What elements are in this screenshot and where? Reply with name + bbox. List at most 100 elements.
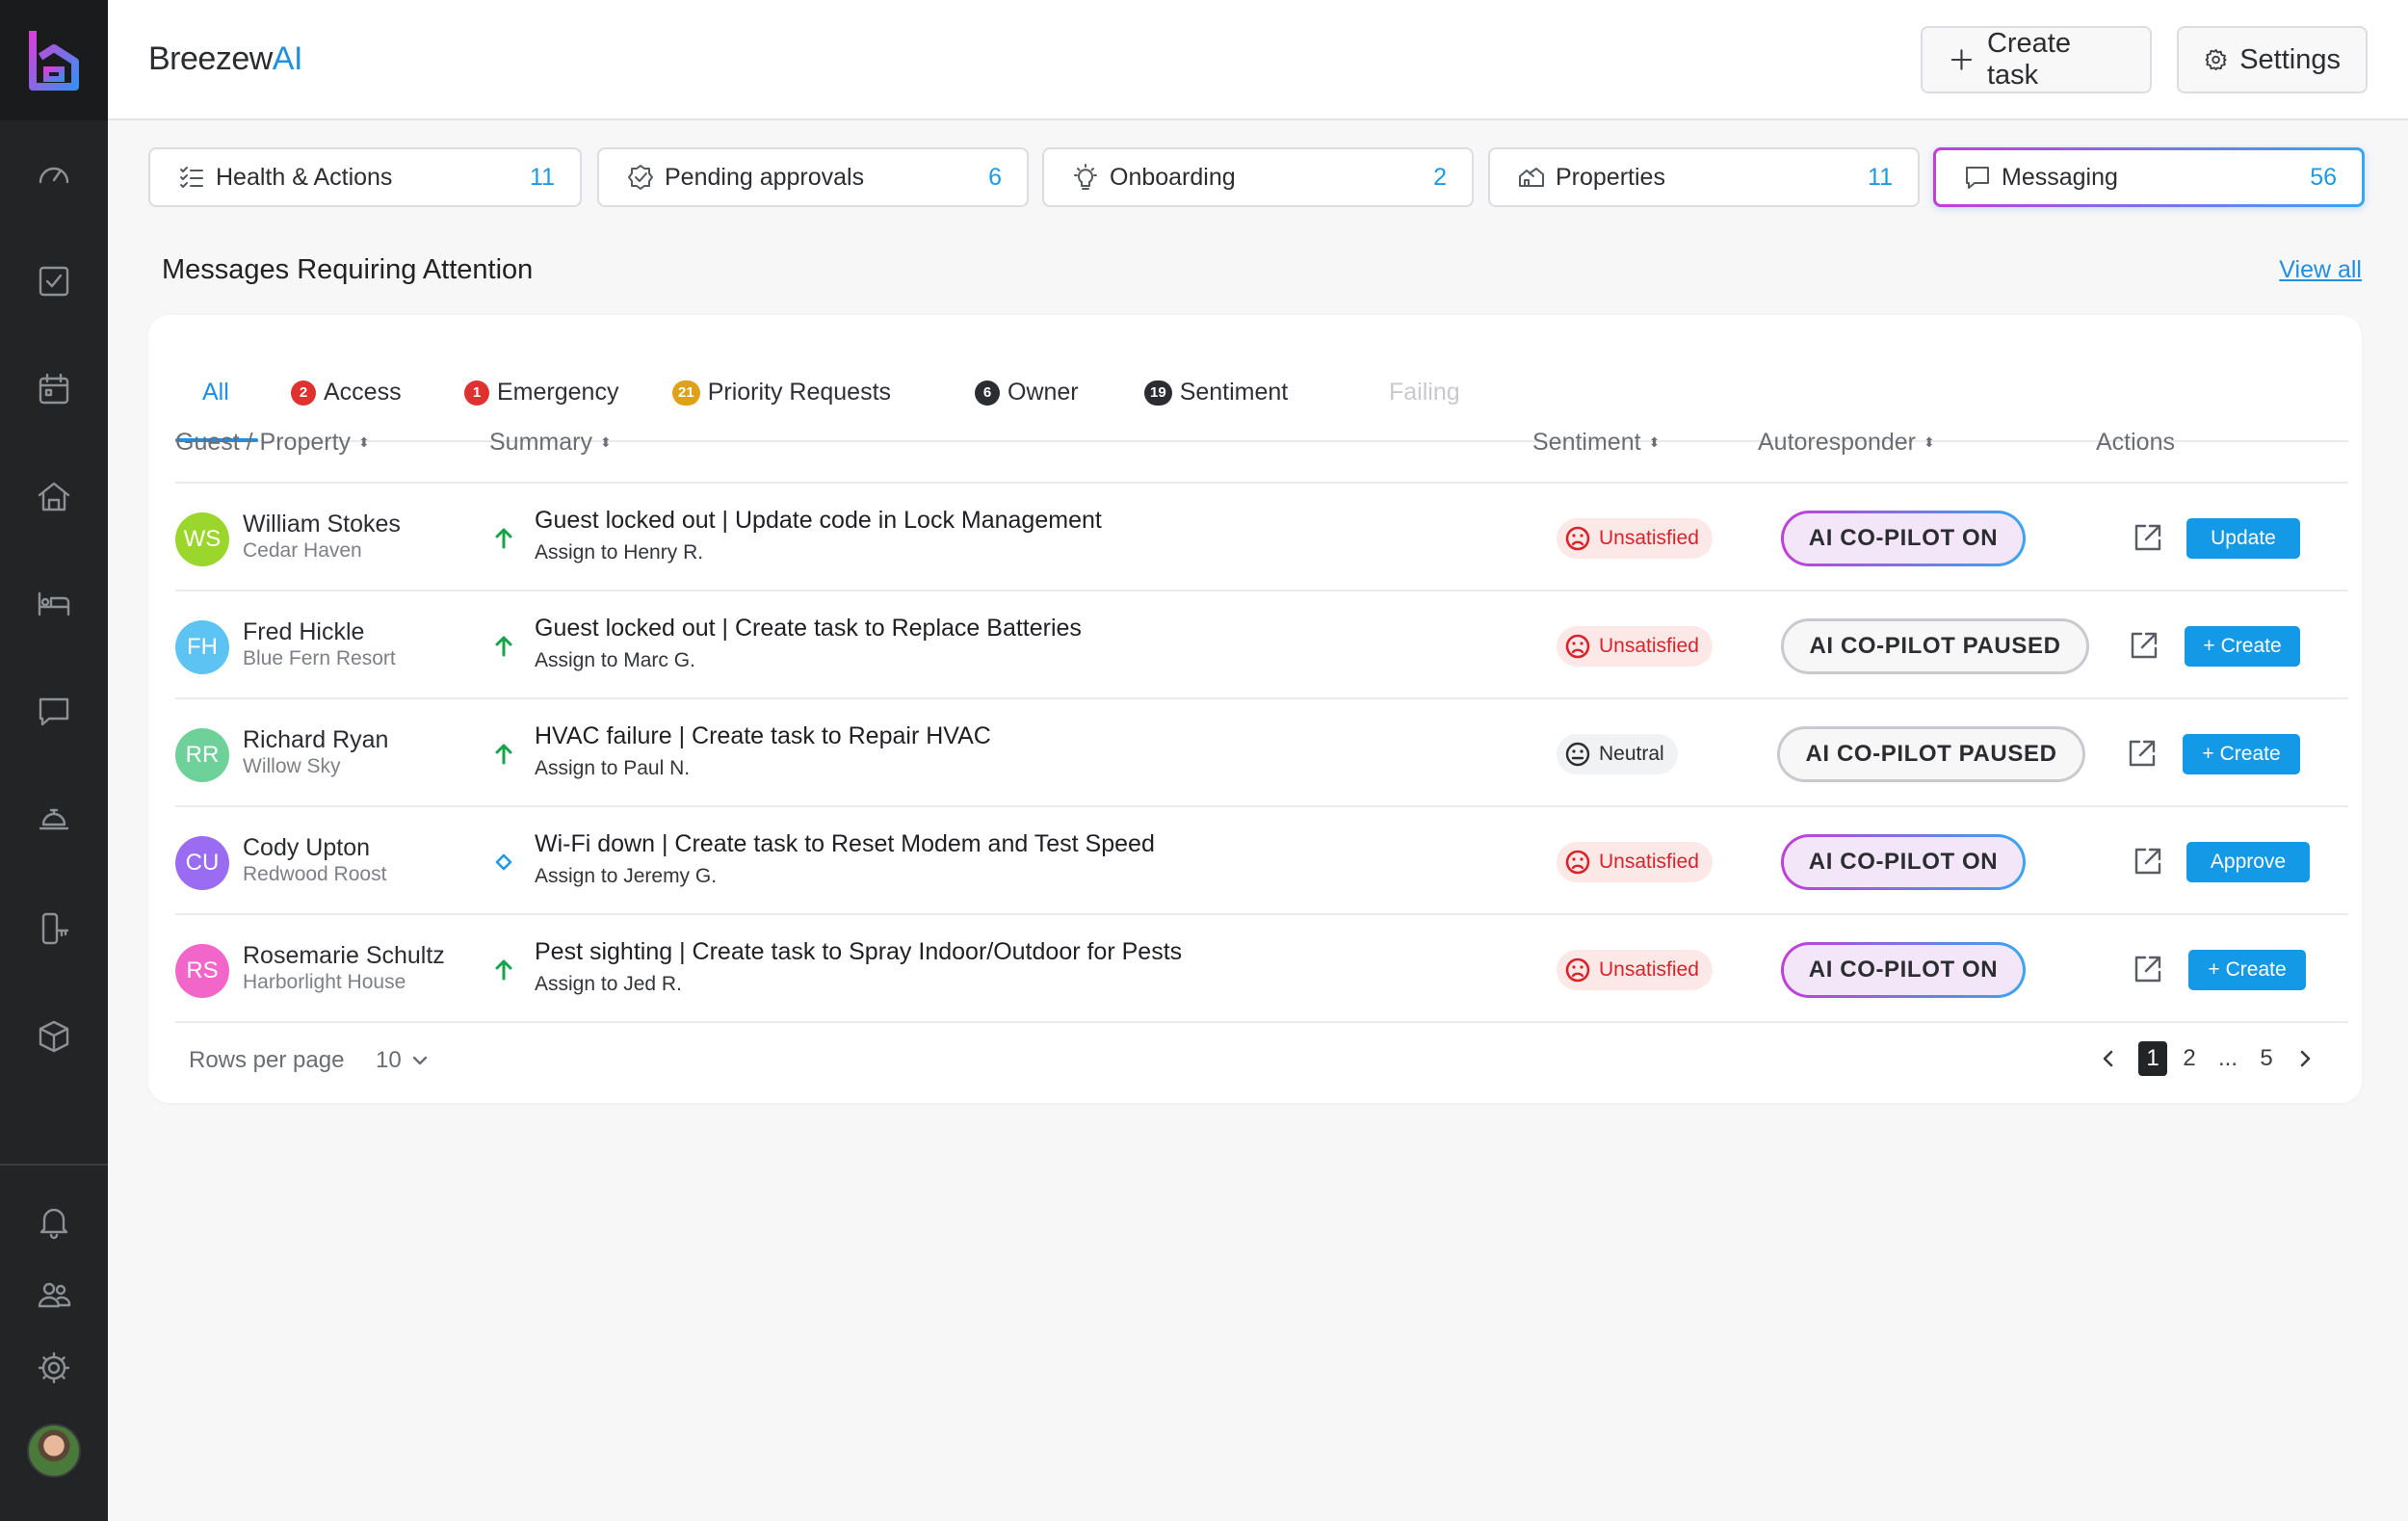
open-external-icon[interactable] <box>2131 952 2165 986</box>
table-row[interactable]: FH Fred Hickle Blue Fern Resort Guest lo… <box>175 590 2348 697</box>
tab-properties[interactable]: Properties 11 <box>1488 147 1920 207</box>
service-bell-icon[interactable] <box>31 796 77 842</box>
plus-icon <box>1950 49 1973 70</box>
frown-icon <box>1565 634 1590 659</box>
create-button[interactable]: + Create <box>2185 626 2300 667</box>
page-1[interactable]: 1 <box>2138 1041 2167 1076</box>
guest-name[interactable]: Fred Hickle <box>243 618 364 646</box>
column-guest-property[interactable]: Guest / Property ⬍ <box>175 429 370 457</box>
tab-messaging[interactable]: Messaging 56 <box>1933 147 2365 207</box>
open-external-icon[interactable] <box>2131 520 2165 555</box>
plus-icon: + <box>2208 958 2220 981</box>
approve-button[interactable]: Approve <box>2186 842 2310 882</box>
property-name: Willow Sky <box>243 755 341 777</box>
sidebar-divider <box>0 1164 108 1166</box>
autoresponder-toggle[interactable]: AI CO-PILOT PAUSED <box>1777 726 2085 782</box>
prev-page-button[interactable] <box>2094 1041 2123 1076</box>
filter-emergency[interactable]: 1 Emergency <box>464 379 618 406</box>
sort-icon: ⬍ <box>358 433 370 450</box>
filter-owner[interactable]: 6 Owner <box>975 379 1079 406</box>
autoresponder-toggle[interactable]: AI CO-PILOT PAUSED <box>1781 618 2089 674</box>
column-sentiment[interactable]: Sentiment ⬍ <box>1532 429 1660 457</box>
sentiment-badge: Unsatisfied <box>1557 950 1713 990</box>
column-autoresponder[interactable]: Autoresponder ⬍ <box>1758 429 1935 457</box>
brand-name: BreezewAI <box>148 40 302 77</box>
arrow-up-icon <box>495 744 512 765</box>
filter-sentiment[interactable]: 19 Sentiment <box>1144 379 1288 406</box>
home-icon[interactable] <box>31 473 77 519</box>
bed-icon[interactable] <box>31 580 77 626</box>
page-5[interactable]: 5 <box>2252 1041 2281 1076</box>
plus-icon: + <box>2203 635 2215 657</box>
summary-text: Guest locked out | Update code in Lock M… <box>535 507 1102 534</box>
guest-name[interactable]: Rosemarie Schultz <box>243 942 445 970</box>
tab-onboarding[interactable]: Onboarding 2 <box>1042 147 1474 207</box>
lightbulb-icon <box>1074 164 1097 190</box>
page-ellipsis: ... <box>2217 1045 2238 1071</box>
sort-icon: ⬍ <box>1648 433 1661 450</box>
user-avatar[interactable] <box>27 1424 81 1478</box>
messages-icon[interactable] <box>31 688 77 734</box>
open-external-icon[interactable] <box>2127 628 2161 663</box>
sentiment-badge: Unsatisfied <box>1557 626 1713 667</box>
bell-icon[interactable] <box>31 1198 77 1245</box>
guest-name[interactable]: Richard Ryan <box>243 726 388 754</box>
rows-per-page-select[interactable]: 10 <box>376 1047 429 1074</box>
filter-count-badge: 2 <box>291 380 316 406</box>
open-external-icon[interactable] <box>2131 844 2165 879</box>
table-row[interactable]: RR Richard Ryan Willow Sky HVAC failure … <box>175 697 2348 805</box>
tasks-icon[interactable] <box>31 258 77 304</box>
open-external-icon[interactable] <box>2125 736 2159 771</box>
dashboard-icon[interactable] <box>31 151 77 197</box>
guest-name[interactable]: Cody Upton <box>243 834 370 862</box>
assign-text: Assign to Paul N. <box>535 757 691 779</box>
autoresponder-toggle[interactable]: AI CO-PILOT ON <box>1781 511 2026 566</box>
update-button[interactable]: Update <box>2186 518 2300 559</box>
property-name: Blue Fern Resort <box>243 647 396 669</box>
neutral-face-icon <box>1565 742 1590 767</box>
sentiment-badge: Unsatisfied <box>1557 842 1713 882</box>
filter-count-badge: 19 <box>1144 380 1172 406</box>
create-button[interactable]: + Create <box>2188 950 2306 990</box>
summary-text: Pest sighting | Create task to Spray Ind… <box>535 938 1183 965</box>
filter-count-badge: 21 <box>672 380 700 406</box>
guest-name[interactable]: William Stokes <box>243 511 401 538</box>
create-button[interactable]: + Create <box>2183 734 2300 774</box>
app-logo[interactable] <box>0 0 108 120</box>
filter-count-badge: 1 <box>464 380 489 406</box>
plus-icon: + <box>2202 743 2214 765</box>
view-all-link[interactable]: View all <box>2279 256 2362 284</box>
logo-icon <box>29 30 79 91</box>
properties-icon <box>1519 168 1544 187</box>
settings-icon[interactable] <box>31 1345 77 1391</box>
autoresponder-toggle[interactable]: AI CO-PILOT ON <box>1781 942 2026 998</box>
property-name: Harborlight House <box>243 971 406 993</box>
frown-icon <box>1565 850 1590 875</box>
summary-text: HVAC failure | Create task to Repair HVA… <box>535 722 991 749</box>
summary-text: Guest locked out | Create task to Replac… <box>535 615 1082 642</box>
filter-count-badge: 6 <box>975 380 1000 406</box>
autoresponder-toggle[interactable]: AI CO-PILOT ON <box>1781 834 2026 890</box>
guest-avatar: RR <box>175 728 229 782</box>
filter-access[interactable]: 2 Access <box>291 379 402 406</box>
table-row[interactable]: RS Rosemarie Schultz Harborlight House P… <box>175 913 2348 1021</box>
table-row[interactable]: CU Cody Upton Redwood Roost Wi-Fi down |… <box>175 805 2348 913</box>
settings-button[interactable]: Settings <box>2177 26 2368 93</box>
calendar-icon[interactable] <box>31 366 77 412</box>
lock-device-icon[interactable] <box>31 905 77 952</box>
gear-icon <box>2205 48 2227 71</box>
page-2[interactable]: 2 <box>2175 1041 2204 1076</box>
next-page-button[interactable] <box>2290 1041 2319 1076</box>
sort-icon: ⬍ <box>1924 433 1935 450</box>
summary-text: Wi-Fi down | Create task to Reset Modem … <box>535 830 1155 857</box>
filter-all[interactable]: All <box>202 379 229 406</box>
table-row[interactable]: WS William Stokes Cedar Haven Guest lock… <box>175 482 2348 590</box>
filter-priority-requests[interactable]: 21 Priority Requests <box>672 379 891 406</box>
tab-pending-approvals[interactable]: Pending approvals 6 <box>597 147 1029 207</box>
column-summary[interactable]: Summary ⬍ <box>489 429 612 457</box>
create-task-button[interactable]: Create task <box>1921 26 2152 93</box>
package-icon[interactable] <box>31 1013 77 1060</box>
filter-failing[interactable]: Failing <box>1389 379 1460 406</box>
team-icon[interactable] <box>31 1272 77 1318</box>
tab-health-actions[interactable]: Health & Actions 11 <box>148 147 582 207</box>
